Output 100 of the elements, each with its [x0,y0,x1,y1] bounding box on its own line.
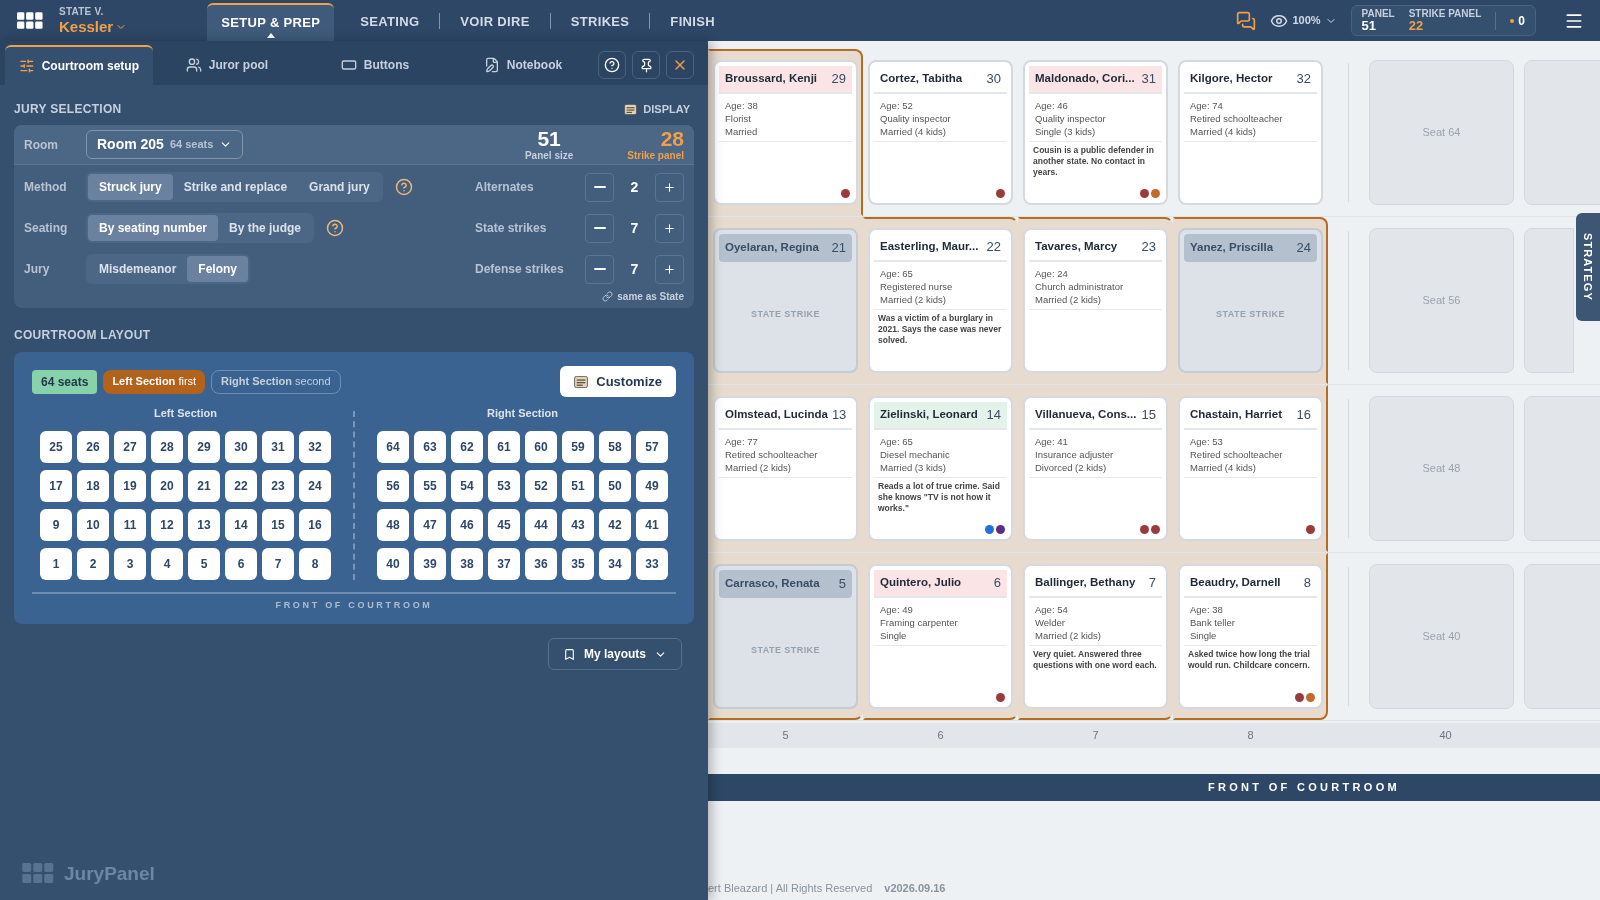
my-layouts-button[interactable]: My layouts [548,638,682,670]
seat-button[interactable]: 32 [299,430,331,463]
room-dropdown[interactable]: Room 205 64 seats [86,130,244,159]
display-button[interactable]: DISPLAY [624,100,690,118]
seat-button[interactable]: 28 [151,430,183,463]
seat-button[interactable]: 52 [525,469,557,502]
seat-button[interactable]: 18 [77,469,109,502]
seat-button[interactable]: 34 [599,547,631,580]
seat-button[interactable]: 27 [114,430,146,463]
seat-button[interactable]: 8 [299,547,331,580]
seat-button[interactable]: 50 [599,469,631,502]
seat-button[interactable]: 45 [488,508,520,541]
seat-button[interactable]: 4 [151,547,183,580]
seat-button[interactable]: 5 [188,547,220,580]
segment-option[interactable]: Misdemeanor [88,256,188,282]
zoom-control[interactable]: 100% [1270,11,1337,30]
seat-button[interactable]: 42 [599,508,631,541]
seat-button[interactable]: 6 [225,547,257,580]
seat-button[interactable]: 57 [636,430,668,463]
juror-card[interactable]: Zielinski, Leonard 14 Age: 65 Diesel mechanic Married (3 kids) Reads a lot of true crime. Said she knows "TV is not how it works." [868,396,1013,541]
seat-button[interactable]: 55 [414,469,446,502]
juror-card[interactable]: Cortez, Tabitha 30 Age: 52 Quality inspector Married (4 kids) [868,60,1013,205]
seat-button[interactable]: 3 [114,547,146,580]
seat-button[interactable]: 37 [488,547,520,580]
section-order-chip[interactable]: Right Section second [211,369,341,394]
seat-button[interactable]: 53 [488,469,520,502]
seat-button[interactable]: 15 [262,508,294,541]
juror-card[interactable]: Beaudry, Darnell 8 Age: 38 Bank teller Single Asked twice how long the trial would run. Childcare concern. [1178,564,1323,709]
decrement-button[interactable] [585,172,614,202]
seat-button[interactable]: 54 [451,469,483,502]
pin-button[interactable] [632,51,660,79]
nav-tab[interactable]: STRIKES [556,3,644,41]
seat-button[interactable]: 46 [451,508,483,541]
segment-option[interactable]: Grand jury [298,174,381,200]
seat-button[interactable]: 24 [299,469,331,502]
segment-option[interactable]: Strike and replace [172,174,299,200]
strategy-tab[interactable]: STRATEGY [1576,213,1600,321]
case-selector[interactable]: Kessler [59,19,128,34]
seat-button[interactable]: 2 [77,547,109,580]
seat-button[interactable]: 59 [562,430,594,463]
seat-button[interactable]: 22 [225,469,257,502]
struck-juror-card[interactable]: Carrasco, Renata 5 STATE STRIKE [713,564,858,709]
seat-button[interactable]: 44 [525,508,557,541]
seat-button[interactable]: 1 [40,547,72,580]
seat-button[interactable]: 43 [562,508,594,541]
customize-button[interactable]: Customize [560,366,676,397]
juror-card[interactable]: Tavares, Marcy 23 Age: 24 Church administrator Married (2 kids) [1023,228,1168,373]
seat-button[interactable]: 29 [188,430,220,463]
help-button[interactable] [598,51,626,79]
seat-button[interactable]: 7 [262,547,294,580]
nav-tab[interactable]: SEATING [346,3,434,41]
decrement-button[interactable] [585,254,614,284]
seat-button[interactable]: 21 [188,469,220,502]
seat-button[interactable]: 26 [77,430,109,463]
segment-option[interactable]: By the judge [218,215,313,241]
seat-button[interactable]: 31 [262,430,294,463]
seat-button[interactable]: 16 [299,508,331,541]
juror-card[interactable]: Villanueva, Cons... 15 Age: 41 Insurance adjuster Divorced (2 kids) [1023,396,1168,541]
seat-button[interactable]: 38 [451,547,483,580]
seat-button[interactable]: 64 [377,430,409,463]
seat-button[interactable]: 25 [40,430,72,463]
segment-option[interactable]: Felony [187,256,249,282]
seat-button[interactable]: 39 [414,547,446,580]
juror-card[interactable]: Quintero, Julio 6 Age: 49 Framing carpenter Single [868,564,1013,709]
juror-card[interactable]: Maldonado, Cori... 31 Age: 46 Quality inspector Single (3 kids) Cousin is a public defender in another state. No contact in years. [1023,60,1168,205]
segment-option[interactable]: By seating number [88,215,219,241]
seat-button[interactable]: 12 [151,508,183,541]
seat-button[interactable]: 36 [525,547,557,580]
seat-button[interactable]: 14 [225,508,257,541]
seat-button[interactable]: 63 [414,430,446,463]
seat-button[interactable]: 30 [225,430,257,463]
decrement-button[interactable] [585,213,614,243]
seat-button[interactable]: 40 [377,547,409,580]
struck-juror-card[interactable]: Oyelaran, Regina 21 STATE STRIKE [713,228,858,373]
panel-tab[interactable]: Buttons [301,45,449,85]
seat-button[interactable]: 51 [562,469,594,502]
juror-card[interactable]: Kilgore, Hector 32 Age: 74 Retired schoolteacher Married (4 kids) [1178,60,1323,205]
juror-card[interactable]: Olmstead, Lucinda 13 Age: 77 Retired schoolteacher Married (2 kids) [713,396,858,541]
juror-card[interactable]: Broussard, Kenji 29 Age: 38 Florist Married [713,60,858,205]
seat-button[interactable]: 19 [114,469,146,502]
seat-button[interactable]: 56 [377,469,409,502]
seat-button[interactable]: 13 [188,508,220,541]
seat-button[interactable]: 33 [636,547,668,580]
nav-tab[interactable]: FINISH [656,3,729,41]
help-icon[interactable] [326,219,345,237]
section-order-chip[interactable]: Left Section first [103,369,206,394]
segment-option[interactable]: Struck jury [88,174,173,200]
nav-tab[interactable]: SETUP & PREP [207,3,335,41]
seat-button[interactable]: 62 [451,430,483,463]
seat-button[interactable]: 10 [77,508,109,541]
chat-icon[interactable] [1236,10,1257,31]
seat-button[interactable]: 23 [262,469,294,502]
nav-tab[interactable]: VOIR DIRE [446,3,544,41]
seat-button[interactable]: 60 [525,430,557,463]
seat-button[interactable]: 49 [636,469,668,502]
seat-button[interactable]: 17 [40,469,72,502]
seat-button[interactable]: 11 [114,508,146,541]
seat-button[interactable]: 61 [488,430,520,463]
juror-card[interactable]: Ballinger, Bethany 7 Age: 54 Welder Married (2 kids) Very quiet. Answered three questions with one word each. [1023,564,1168,709]
seat-button[interactable]: 41 [636,508,668,541]
